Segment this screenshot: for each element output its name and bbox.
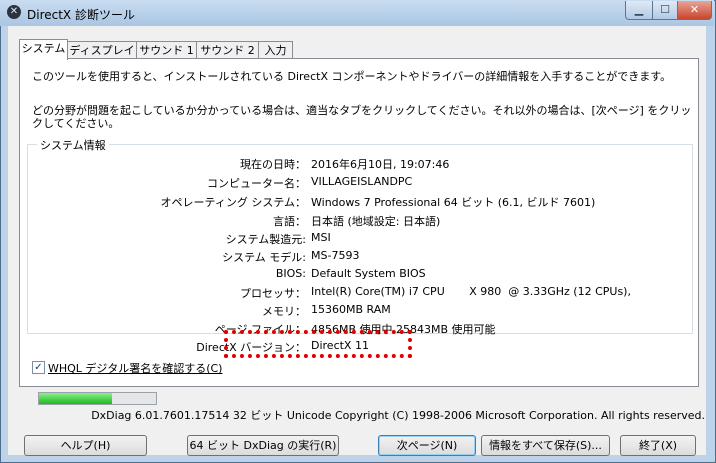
info-row-computer-name: コンピューター名： VILLAGEISLANDPC xyxy=(0,175,700,192)
whql-checkbox-label[interactable]: WHQL デジタル署名を確認する(C) xyxy=(48,360,222,376)
info-value: VILLAGEISLANDPC xyxy=(311,175,413,188)
info-row-bios: BIOS: Default System BIOS xyxy=(0,267,700,284)
tab-system[interactable]: システム xyxy=(19,39,68,60)
tab-input[interactable]: 入力 xyxy=(258,41,293,59)
info-row-processor: プロセッサ： Intel(R) Core(TM) i7 CPU X 980 @ … xyxy=(0,285,700,302)
directx-version-highlight xyxy=(224,330,412,358)
info-label: メモリ： xyxy=(262,305,306,318)
info-value: MSI xyxy=(311,231,331,244)
window-title: DirectX 診断ツール xyxy=(27,8,135,22)
info-value: Intel(R) Core(TM) i7 CPU X 980 @ 3.33GHz… xyxy=(311,285,631,298)
info-value: 15360MB RAM xyxy=(311,303,391,316)
info-row-language: 言語： 日本語 (地域設定: 日本語) xyxy=(0,213,700,230)
info-row-os: オペレーティング システム： Windows 7 Professional 64… xyxy=(0,194,700,211)
next-page-button[interactable]: 次ページ(N) xyxy=(378,435,476,456)
info-value: Windows 7 Professional 64 ビット (6.1, ビルド … xyxy=(311,196,596,209)
maximize-button[interactable]: ☐ xyxy=(652,1,678,20)
exit-button[interactable]: 終了(X) xyxy=(620,435,696,456)
system-info-group-label: システム情報 xyxy=(37,137,109,153)
info-label: 現在の日時： xyxy=(240,158,306,171)
copyright-text: DxDiag 6.01.7601.17514 32 ビット Unicode Co… xyxy=(91,409,705,422)
intro-text: このツールを使用すると、インストールされている DirectX コンポーネントや… xyxy=(32,70,672,83)
info-value: 2016年6月10日, 19:07:46 xyxy=(311,158,450,171)
info-label: プロセッサ： xyxy=(240,287,306,300)
tab-display[interactable]: ディスプレイ xyxy=(67,41,137,59)
save-all-info-button[interactable]: 情報をすべて保存(S)... xyxy=(481,435,610,456)
progress-bar xyxy=(38,392,157,405)
checkbox-check-icon[interactable]: ✓ xyxy=(32,361,45,374)
info-value: 日本語 (地域設定: 日本語) xyxy=(311,215,441,228)
directx-icon: ✕ xyxy=(7,5,21,19)
run-64bit-dxdiag-button[interactable]: 64 ビット DxDiag の実行(R) xyxy=(187,435,339,456)
help-button[interactable]: ヘルプ(H) xyxy=(24,435,147,456)
instruction-text: どの分野が問題を起こしているか分かっている場合は、適当なタブをクリックしてくださ… xyxy=(32,104,692,130)
info-label: BIOS: xyxy=(275,267,306,280)
minimize-button[interactable]: ▁ xyxy=(625,1,653,20)
close-button[interactable]: ✕ xyxy=(677,1,712,20)
info-label: オペレーティング システム： xyxy=(160,196,306,209)
info-value: Default System BIOS xyxy=(311,267,426,280)
info-label: システム モデル: xyxy=(222,251,306,264)
info-value: MS-7593 xyxy=(311,249,360,262)
info-row-datetime: 現在の日時： 2016年6月10日, 19:07:46 xyxy=(0,156,700,173)
info-label: コンピューター名： xyxy=(207,177,306,190)
info-label: 言語： xyxy=(273,215,306,228)
progress-bar-fill xyxy=(39,393,112,404)
tab-sound-2[interactable]: サウンド 2 xyxy=(196,41,259,59)
info-row-manufacturer: システム製造元: MSI xyxy=(0,231,700,248)
info-row-memory: メモリ： 15360MB RAM xyxy=(0,303,700,320)
info-row-model: システム モデル: MS-7593 xyxy=(0,249,700,266)
title-bar[interactable]: ✕ DirectX 診断ツール ▁ ☐ ✕ xyxy=(0,0,714,26)
tab-sound-1[interactable]: サウンド 1 xyxy=(136,41,197,59)
info-label: システム製造元: xyxy=(225,233,306,246)
